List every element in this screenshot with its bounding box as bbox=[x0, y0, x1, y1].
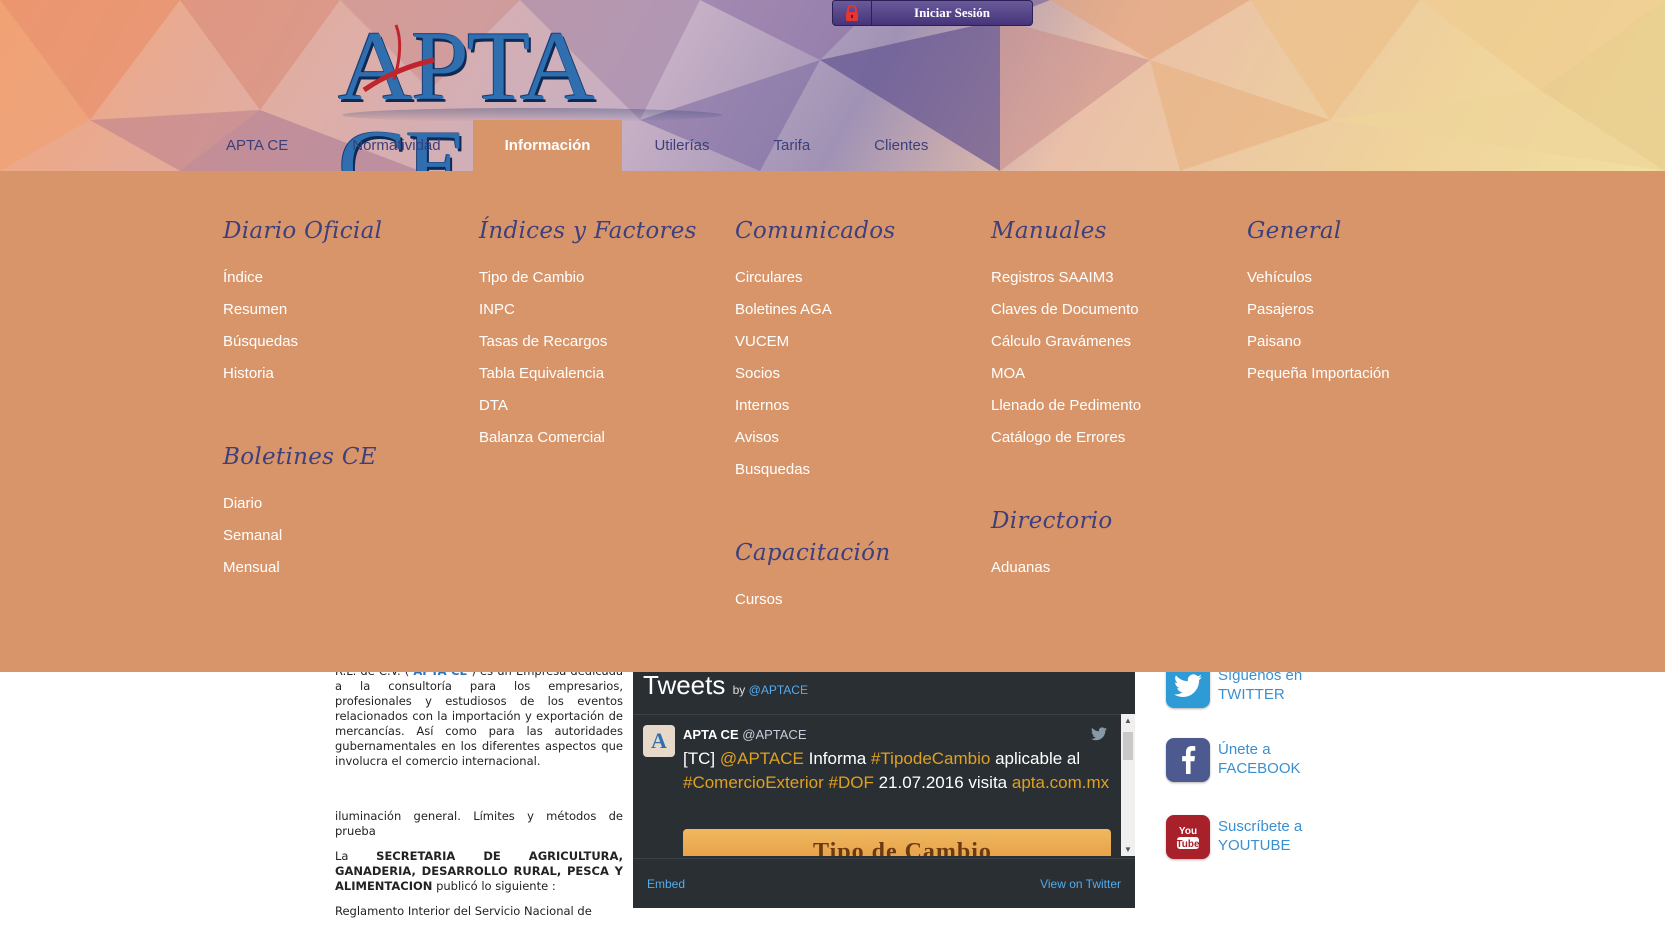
menu-heading-comunicados: Comunicados bbox=[735, 218, 896, 244]
lock-button[interactable] bbox=[832, 0, 872, 26]
menu-link-claves-documento[interactable]: Claves de Documento bbox=[991, 300, 1141, 332]
twitter-footer: Embed View on Twitter bbox=[633, 858, 1135, 908]
menu-col-comunicados: Comunicados Circulares Boletines AGA VUC… bbox=[735, 216, 896, 492]
apta-ce-logo[interactable]: APTA CE bbox=[338, 12, 738, 171]
menu-link-indice[interactable]: Índice bbox=[223, 268, 382, 300]
reglamento-paragraph: Reglamento Interior del Servicio Naciona… bbox=[335, 904, 592, 918]
lock-icon bbox=[846, 5, 858, 21]
menu-link-semanal[interactable]: Semanal bbox=[223, 526, 377, 558]
menu-link-tasas-recargos[interactable]: Tasas de Recargos bbox=[479, 332, 697, 364]
nav-informacion[interactable]: Información bbox=[472, 120, 623, 171]
view-on-twitter-link[interactable]: View on Twitter bbox=[1040, 877, 1121, 891]
hashtag-dof[interactable]: #DOF bbox=[829, 773, 874, 792]
scroll-down-icon[interactable]: ▼ bbox=[1124, 845, 1132, 854]
youtube-text[interactable]: Suscríbete a YOUTUBE bbox=[1218, 817, 1302, 855]
scroll-up-icon[interactable]: ▲ bbox=[1124, 716, 1132, 725]
menu-heading-indices-factores: Índices y Factores bbox=[479, 218, 697, 244]
nav-utilerias[interactable]: Utilerías bbox=[622, 120, 741, 171]
menu-link-cursos[interactable]: Cursos bbox=[735, 590, 890, 622]
menu-link-inpc[interactable]: INPC bbox=[479, 300, 697, 332]
tweet-author[interactable]: APTA CE @APTACE bbox=[683, 727, 807, 742]
nav-apta-ce[interactable]: APTA CE bbox=[194, 120, 320, 171]
nav-tarifa[interactable]: Tarifa bbox=[741, 120, 842, 171]
norma-paragraph: iluminación general. Límites y métodos d… bbox=[335, 809, 623, 838]
menu-link-busquedas-comunicados[interactable]: Busquedas bbox=[735, 460, 896, 492]
about-article: R.L. de C.V. ( APTA CE ) es un Empresa d… bbox=[335, 664, 623, 929]
menu-link-vehiculos[interactable]: Vehículos bbox=[1247, 268, 1390, 300]
menu-link-tipo-cambio[interactable]: Tipo de Cambio bbox=[479, 268, 697, 300]
tweet-url-link[interactable]: apta.com.mx bbox=[1012, 773, 1109, 792]
menu-heading-directorio: Directorio bbox=[991, 508, 1113, 534]
menu-col-indices-factores: Índices y Factores Tipo de Cambio INPC T… bbox=[479, 216, 697, 460]
facebook-icon[interactable] bbox=[1166, 738, 1210, 782]
site-header: APTA CE Iniciar Sesión APTA CE Normativi… bbox=[0, 0, 1665, 171]
menu-link-resumen[interactable]: Resumen bbox=[223, 300, 382, 332]
scroll-thumb[interactable] bbox=[1123, 732, 1133, 760]
secretaria-paragraph: La SECRETARIA DE AGRICULTURA, GANADERIA,… bbox=[335, 849, 623, 893]
hashtag-comercioexterior[interactable]: #ComercioExterior bbox=[683, 773, 824, 792]
tweet-scrollbar[interactable]: ▲ ▼ bbox=[1121, 714, 1135, 856]
menu-link-circulares[interactable]: Circulares bbox=[735, 268, 896, 300]
tweet-image[interactable]: Tipo de Cambio bbox=[683, 829, 1111, 856]
menu-link-balanza-comercial[interactable]: Balanza Comercial bbox=[479, 428, 697, 460]
menu-link-historia[interactable]: Historia bbox=[223, 364, 382, 396]
logo-swoosh-icon bbox=[362, 24, 435, 93]
menu-col-diario-oficial: Diario Oficial Índice Resumen Búsquedas … bbox=[223, 216, 382, 396]
menu-col-directorio: Directorio Aduanas bbox=[991, 506, 1113, 590]
login-area: Iniciar Sesión bbox=[832, 0, 1033, 26]
menu-link-socios[interactable]: Socios bbox=[735, 364, 896, 396]
menu-link-tabla-equivalencia[interactable]: Tabla Equivalencia bbox=[479, 364, 697, 396]
nav-clientes[interactable]: Clientes bbox=[842, 120, 960, 171]
menu-link-avisos[interactable]: Avisos bbox=[735, 428, 896, 460]
embed-link[interactable]: Embed bbox=[647, 877, 685, 891]
menu-col-capacitacion: Capacitación Cursos bbox=[735, 538, 890, 622]
about-paragraph: R.L. de C.V. ( APTA CE ) es un Empresa d… bbox=[335, 664, 623, 769]
menu-link-pasajeros[interactable]: Pasajeros bbox=[1247, 300, 1390, 332]
menu-heading-general: General bbox=[1247, 218, 1342, 244]
menu-link-calculo-gravamenes[interactable]: Cálculo Gravámenes bbox=[991, 332, 1141, 364]
menu-link-vucem[interactable]: VUCEM bbox=[735, 332, 896, 364]
tweet-avatar[interactable]: A bbox=[643, 725, 675, 757]
twitter-handle-link[interactable]: @APTACE bbox=[749, 683, 808, 697]
youtube-icon[interactable]: You Tube bbox=[1166, 815, 1210, 859]
main-nav: APTA CE Normatividad Información Utilerí… bbox=[194, 120, 960, 171]
twitter-bird-icon[interactable] bbox=[1091, 727, 1107, 741]
menu-link-busquedas[interactable]: Búsquedas bbox=[223, 332, 382, 364]
menu-link-boletines-aga[interactable]: Boletines AGA bbox=[735, 300, 896, 332]
facebook-text[interactable]: Únete a FACEBOOK bbox=[1218, 740, 1301, 778]
menu-link-llenado-pedimento[interactable]: Llenado de Pedimento bbox=[991, 396, 1141, 428]
informacion-mega-menu: Diario Oficial Índice Resumen Búsquedas … bbox=[0, 171, 1665, 672]
menu-heading-manuales: Manuales bbox=[991, 218, 1107, 244]
menu-heading-capacitacion: Capacitación bbox=[735, 540, 891, 566]
menu-link-internos[interactable]: Internos bbox=[735, 396, 896, 428]
menu-link-diario[interactable]: Diario bbox=[223, 494, 377, 526]
tweet-text: [TC] @APTACE Informa #TipodeCambio aplic… bbox=[683, 749, 1110, 792]
menu-link-aduanas[interactable]: Aduanas bbox=[991, 558, 1113, 590]
menu-link-mensual[interactable]: Mensual bbox=[223, 558, 377, 590]
menu-col-general: General Vehículos Pasajeros Paisano Pequ… bbox=[1247, 216, 1390, 396]
menu-link-dta[interactable]: DTA bbox=[479, 396, 697, 428]
menu-col-boletines-ce: Boletines CE Diario Semanal Mensual bbox=[223, 442, 377, 590]
tweet-list: A APTA CE @APTACE [TC] @APTACE Informa #… bbox=[633, 714, 1123, 856]
menu-link-registros-saaim3[interactable]: Registros SAAIM3 bbox=[991, 268, 1141, 300]
twitter-timeline-widget: Tweets by @APTACE A APTA CE @APTACE [TC]… bbox=[633, 664, 1135, 908]
menu-heading-boletines-ce: Boletines CE bbox=[223, 444, 377, 470]
svg-text:Tube: Tube bbox=[1176, 839, 1200, 850]
menu-link-moa[interactable]: MOA bbox=[991, 364, 1141, 396]
menu-link-pequena-importacion[interactable]: Pequeña Importación bbox=[1247, 364, 1390, 396]
login-button[interactable]: Iniciar Sesión bbox=[872, 0, 1033, 26]
menu-col-manuales: Manuales Registros SAAIM3 Claves de Docu… bbox=[991, 216, 1141, 460]
nav-normatividad[interactable]: Normatividad bbox=[320, 120, 472, 171]
menu-link-catalogo-errores[interactable]: Catálogo de Errores bbox=[991, 428, 1141, 460]
twitter-header: Tweets by @APTACE bbox=[643, 670, 808, 700]
mention-link[interactable]: @APTACE bbox=[720, 749, 804, 768]
menu-link-paisano[interactable]: Paisano bbox=[1247, 332, 1390, 364]
svg-text:You: You bbox=[1179, 826, 1197, 837]
menu-heading-diario-oficial: Diario Oficial bbox=[223, 218, 383, 244]
hashtag-tipodecambio[interactable]: #TipodeCambio bbox=[871, 749, 990, 768]
